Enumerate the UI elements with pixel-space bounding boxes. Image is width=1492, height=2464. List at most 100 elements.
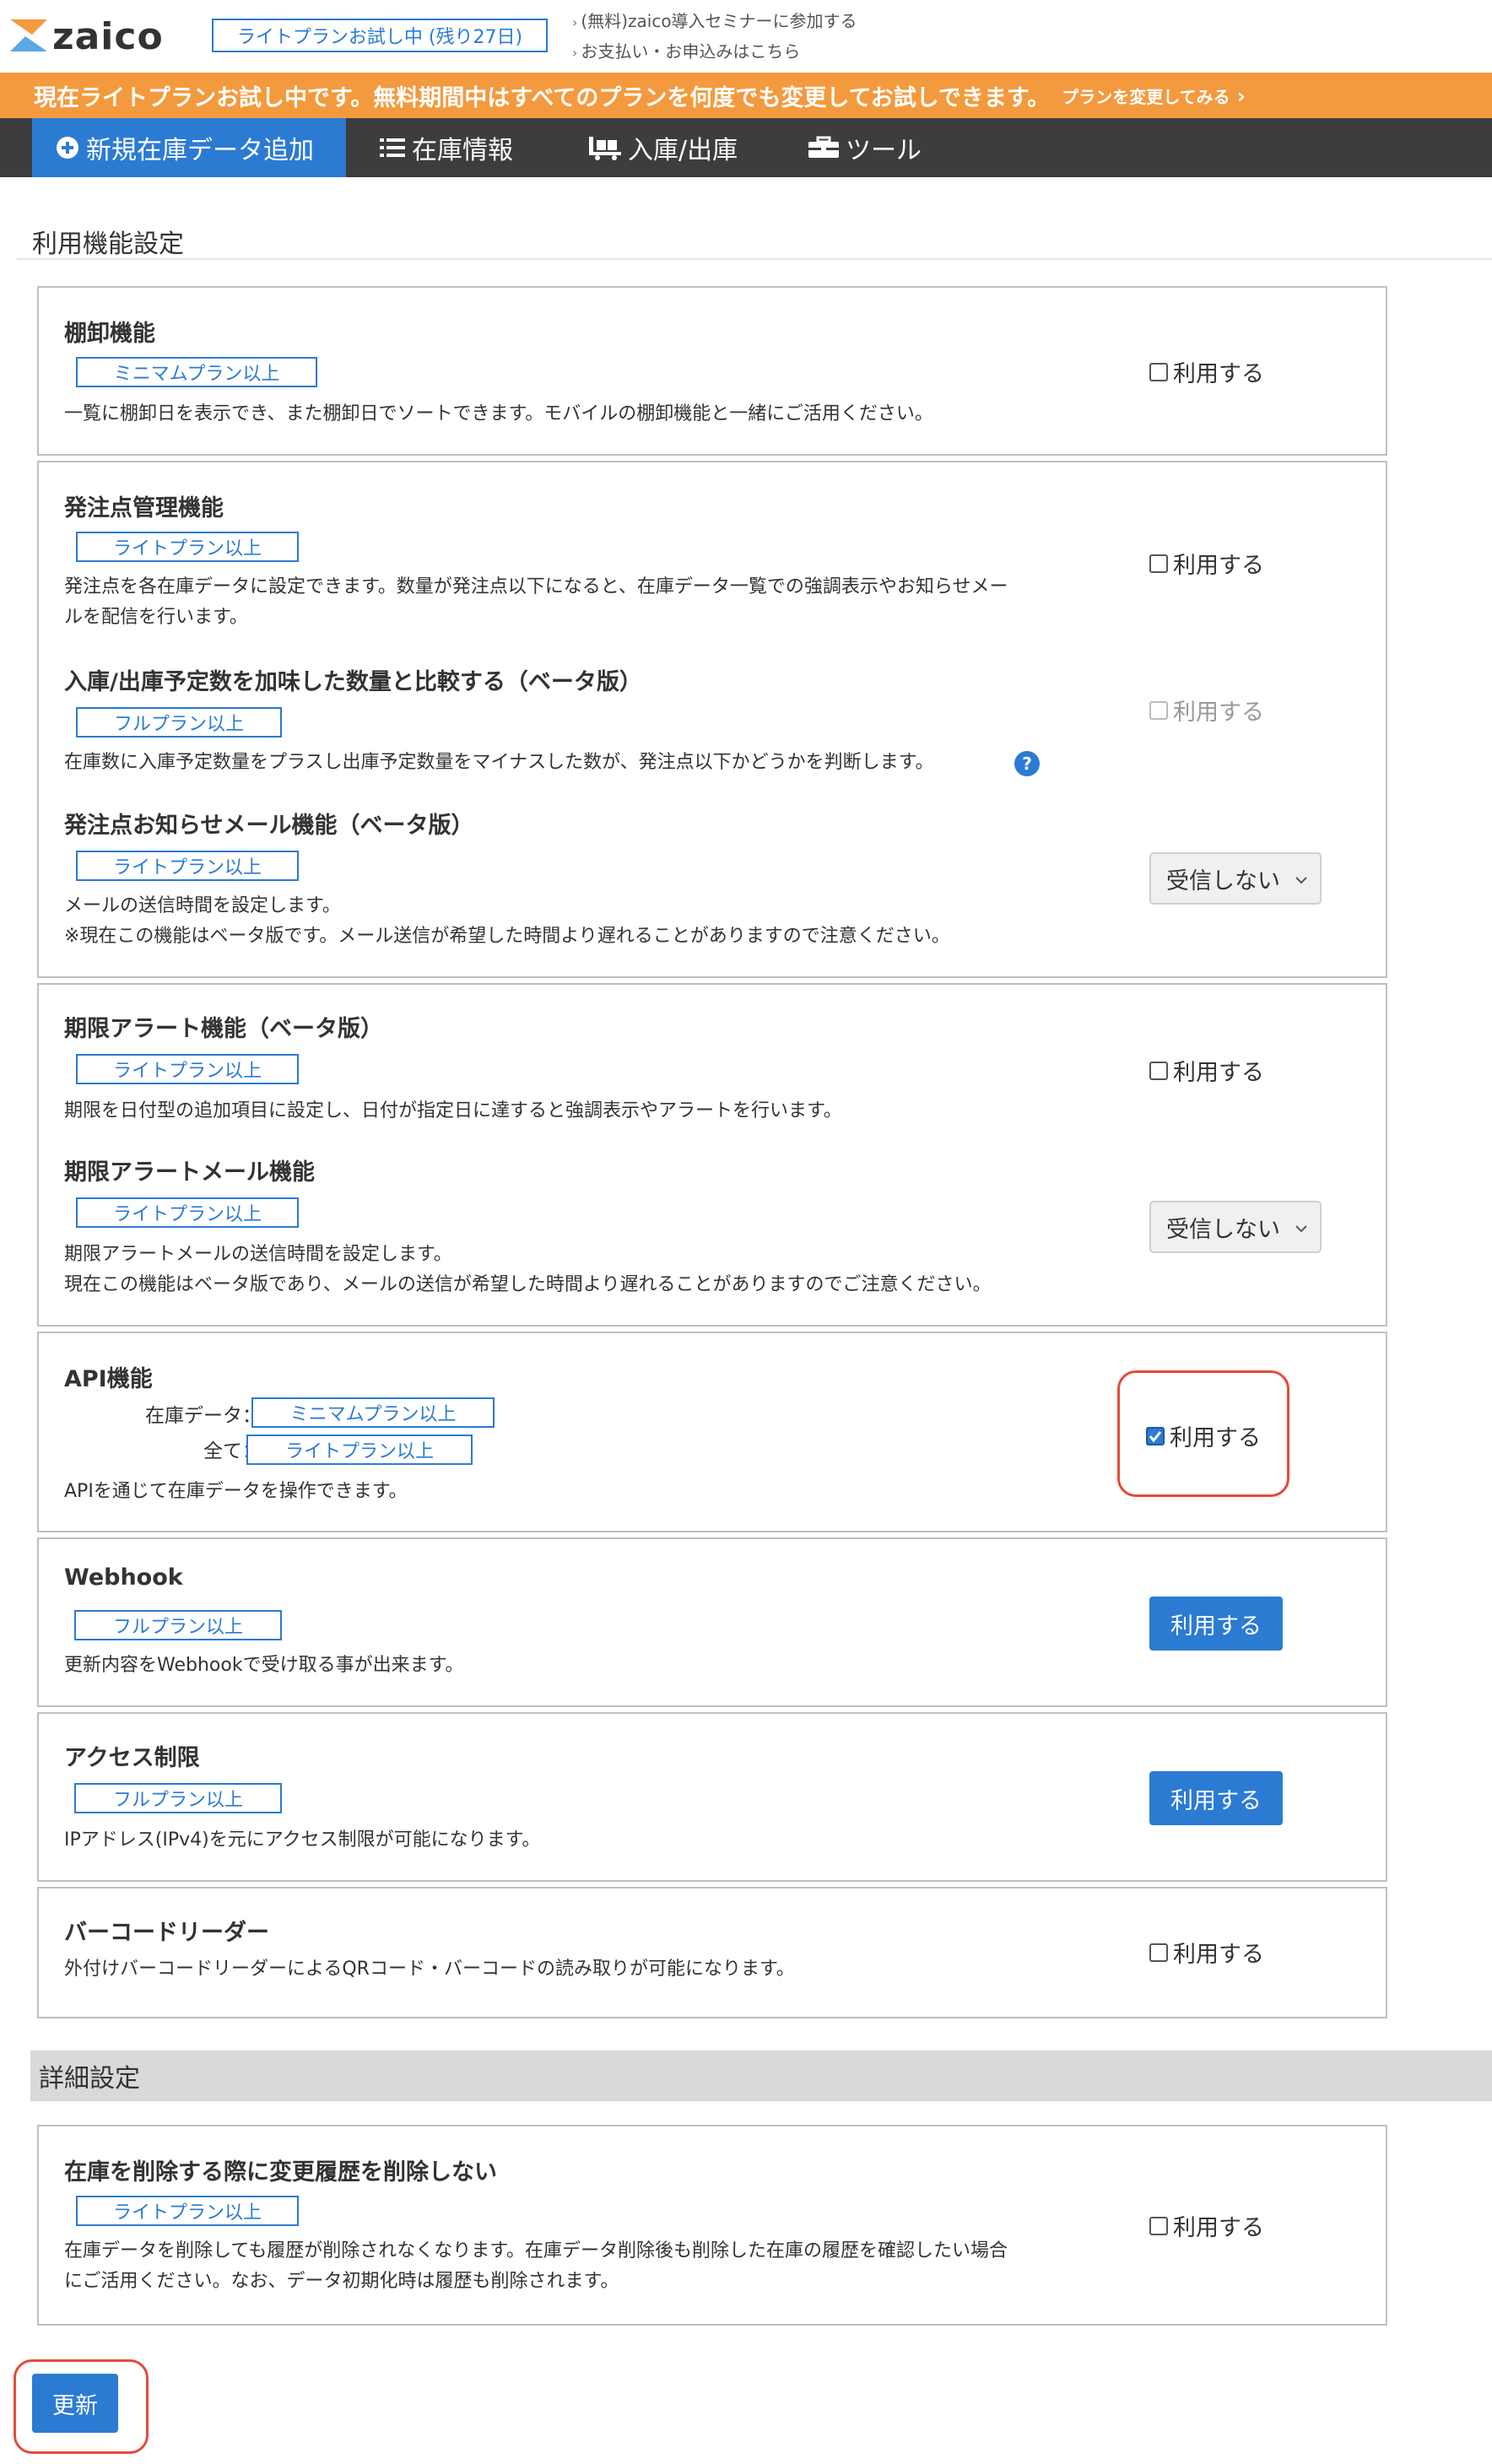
feature-desc-line: ルを配信を行います。 xyxy=(64,607,248,628)
plan-badge: ライトプラン以上 xyxy=(76,1054,299,1084)
checkbox-label: 利用する xyxy=(1173,553,1264,579)
reorder-mail-select[interactable]: 受信しない xyxy=(1149,852,1322,905)
top-header: zaico ライトプランお試し中 (残り27日) (無料)zaico導入セミナー… xyxy=(0,0,1492,73)
tanaoroshi-checkbox[interactable]: 利用する xyxy=(1149,355,1264,388)
feature-title: 棚卸機能 xyxy=(64,321,155,347)
toolbox-icon xyxy=(808,136,839,159)
checkbox-box[interactable] xyxy=(1146,1426,1165,1445)
nav-tools[interactable]: ツール xyxy=(808,118,922,177)
nav-inventory[interactable]: 在庫情報 xyxy=(380,118,513,177)
feature-desc: 期限アラートメールの送信時間を設定します。 現在この機能はベータ版であり、メール… xyxy=(64,1240,991,1300)
feature-title: アクセス制限 xyxy=(64,1745,200,1771)
webhook-use-button[interactable]: 利用する xyxy=(1149,1597,1283,1651)
change-plan-link[interactable]: プランを変更してみる xyxy=(1062,84,1246,108)
feature-title: 発注点管理機能 xyxy=(64,495,224,521)
feature-desc-line: ※現在この機能はベータ版です。メール送信が希望した時間より遅れることがありますの… xyxy=(64,926,950,947)
feature-box-history: 在庫を削除する際に変更履歴を削除しない ライトプラン以上 在庫データを削除しても… xyxy=(37,2125,1387,2326)
checkbox-label: 利用する xyxy=(1173,361,1264,387)
trial-banner-text: 現在ライトプランお試し中です。無料期間中はすべてのプランを何度でも変更してお試し… xyxy=(34,84,1051,111)
api-checkbox[interactable]: 利用する xyxy=(1146,1419,1261,1452)
feature-title: 在庫を削除する際に変更履歴を削除しない xyxy=(64,2159,497,2186)
feature-box-reorder: 発注点管理機能 ライトプラン以上 発注点を各在庫データに設定できます。数量が発注… xyxy=(37,461,1387,978)
plan-badge: フルプラン以上 xyxy=(74,1783,282,1813)
planned-checkbox[interactable]: 利用する xyxy=(1149,694,1264,727)
feature-box-expiry: 期限アラート機能（ベータ版） ライトプラン以上 期限を日付型の追加項目に設定し、… xyxy=(37,983,1387,1327)
trial-badge[interactable]: ライトプランお試し中 (残り27日) xyxy=(212,19,548,52)
feature-box-access: アクセス制限 フルプラン以上 IPアドレス(IPv4)を元にアクセス制限が可能に… xyxy=(37,1712,1387,1882)
checkbox-label: 利用する xyxy=(1173,1060,1264,1086)
nav-inventory-label: 在庫情報 xyxy=(412,136,513,165)
update-button[interactable]: 更新 xyxy=(32,2374,118,2433)
feature-box-tanaoroshi: 棚卸機能 ミニマムプラン以上 一覧に棚卸日を表示でき、また棚卸日でソートできます… xyxy=(37,286,1387,456)
checkbox-box[interactable] xyxy=(1149,2216,1168,2235)
checkbox-box[interactable] xyxy=(1149,1943,1168,1962)
chevron-down-icon xyxy=(1295,1218,1308,1244)
checkbox-box[interactable] xyxy=(1149,1061,1168,1080)
logo-mark-icon xyxy=(7,16,51,58)
feature-desc: 外付けバーコードリーダーによるQRコード・バーコードの読み取りが可能になります。 xyxy=(64,1959,795,1980)
feature-desc: メールの送信時間を設定します。 ※現在この機能はベータ版です。メール送信が希望し… xyxy=(64,891,950,952)
api-label-stock: 在庫データ： xyxy=(145,1405,262,1427)
feature-desc: 発注点を各在庫データに設定できます。数量が発注点以下になると、在庫データ一覧での… xyxy=(64,572,1008,633)
checkbox-box[interactable] xyxy=(1149,554,1168,573)
feature-title: 期限アラートメール機能 xyxy=(64,1159,315,1186)
check-icon xyxy=(1149,1430,1162,1442)
plan-badge: ライトプラン以上 xyxy=(76,2196,299,2226)
section-divider xyxy=(17,258,1492,260)
plan-badge: ライトプラン以上 xyxy=(76,1197,299,1228)
seminar-link[interactable]: (無料)zaico導入セミナーに参加する xyxy=(572,7,857,37)
checkbox-label: 利用する xyxy=(1170,1425,1261,1451)
feature-desc-line: 発注点を各在庫データに設定できます。数量が発注点以下になると、在庫データ一覧での… xyxy=(64,576,1008,597)
expiry-mail-select[interactable]: 受信しない xyxy=(1149,1201,1322,1253)
feature-desc-line: 期限アラートメールの送信時間を設定します。 xyxy=(64,1244,452,1265)
feature-desc: 在庫数に入庫予定数量をプラスし出庫予定数量をマイナスした数が、発注点以下かどうか… xyxy=(64,752,934,773)
top-links: (無料)zaico導入セミナーに参加する お支払い・お申込みはこちら xyxy=(572,7,857,68)
feature-desc: APIを通じて在庫データを操作できます。 xyxy=(64,1481,408,1502)
nav-in-out-label: 入庫/出庫 xyxy=(628,136,738,165)
main-nav: 新規在庫データ追加 在庫情報 入庫/出庫 ツール xyxy=(0,118,1492,177)
feature-desc-line: にご活用ください。なお、データ初期化時は履歴も削除されます。 xyxy=(64,2271,619,2292)
feature-box-barcode: バーコードリーダー 外付けバーコードリーダーによるQRコード・バーコードの読み取… xyxy=(37,1887,1387,2018)
feature-title: バーコードリーダー xyxy=(64,1920,269,1946)
reorder-checkbox[interactable]: 利用する xyxy=(1149,547,1264,580)
checkbox-box[interactable] xyxy=(1149,362,1168,381)
feature-title: 発注点お知らせメール機能（ベータ版） xyxy=(64,813,474,839)
nav-new-item[interactable]: 新規在庫データ追加 xyxy=(32,118,346,177)
nav-new-item-label: 新規在庫データ追加 xyxy=(86,136,314,165)
nav-in-out[interactable]: 入庫/出庫 xyxy=(589,118,738,177)
payment-link[interactable]: お支払い・お申込みはこちら xyxy=(572,37,857,68)
section-title-detail: 詳細設定 xyxy=(30,2051,1492,2101)
plan-badge: ライトプラン以上 xyxy=(76,851,299,881)
checkbox-label: 利用する xyxy=(1173,2215,1264,2241)
feature-desc: 一覧に棚卸日を表示でき、また棚卸日でソートできます。モバイルの棚卸機能と一緒にご… xyxy=(64,403,933,424)
plan-badge: フルプラン以上 xyxy=(74,1610,282,1640)
feature-box-api: API機能 在庫データ： ミニマムプラン以上 全て： ライトプラン以上 APIを… xyxy=(37,1332,1387,1532)
logo-text: zaico xyxy=(52,15,164,58)
plan-badge: ミニマムプラン以上 xyxy=(76,357,317,387)
access-use-button[interactable]: 利用する xyxy=(1149,1771,1283,1825)
checkbox-label: 利用する xyxy=(1173,1942,1264,1968)
dolly-icon xyxy=(589,135,621,160)
plan-badge: ライトプラン以上 xyxy=(76,532,299,562)
nav-tools-label: ツール xyxy=(846,136,922,165)
select-value: 受信しない xyxy=(1166,867,1280,894)
barcode-checkbox[interactable]: 利用する xyxy=(1149,1936,1264,1969)
section-title-features: 利用機能設定 xyxy=(32,230,184,259)
history-checkbox[interactable]: 利用する xyxy=(1149,2209,1264,2242)
trial-banner: 現在ライトプランお試し中です。無料期間中はすべてのプランを何度でも変更してお試し… xyxy=(0,73,1492,118)
feature-title: Webhook xyxy=(64,1564,183,1591)
zaico-logo[interactable]: zaico xyxy=(7,15,164,58)
feature-desc: 更新内容をWebhookで受け取る事が出来ます。 xyxy=(64,1655,464,1676)
select-value: 受信しない xyxy=(1166,1216,1280,1243)
plan-badge: ライトプラン以上 xyxy=(246,1435,473,1465)
feature-title: 入庫/出庫予定数を加味した数量と比較する（ベータ版） xyxy=(64,669,642,695)
list-icon xyxy=(380,137,405,159)
expiry-checkbox[interactable]: 利用する xyxy=(1149,1054,1264,1087)
chevron-down-icon xyxy=(1295,869,1308,895)
checkbox-box[interactable] xyxy=(1149,700,1168,720)
plan-badge: フルプラン以上 xyxy=(76,707,282,738)
plus-circle-icon xyxy=(56,136,79,159)
help-icon[interactable]: ? xyxy=(1014,751,1040,776)
feature-title: 期限アラート機能（ベータ版） xyxy=(64,1016,383,1042)
feature-desc: 在庫データを削除しても履歴が削除されなくなります。在庫データ削除後も削除した在庫… xyxy=(64,2236,1008,2297)
